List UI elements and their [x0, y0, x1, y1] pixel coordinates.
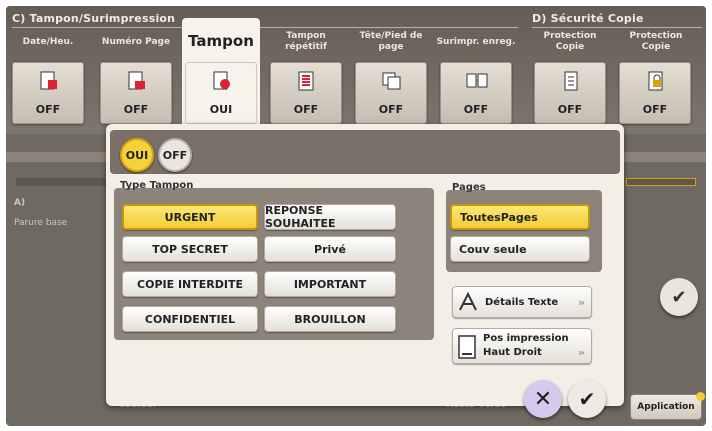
close-icon: ✕ — [533, 386, 553, 412]
check-icon: ✔ — [578, 387, 596, 411]
repeat-stamp-tile[interactable]: OFF — [270, 62, 342, 124]
text-details-button[interactable]: Détails Texte » — [452, 286, 592, 318]
tile-value: OFF — [378, 103, 404, 116]
page-number-tile[interactable]: OFF — [100, 62, 172, 124]
tab-date-time[interactable]: Date/Heu. — [8, 30, 88, 54]
base-setting-label: Parure base — [14, 218, 68, 228]
pages-label: Pages — [452, 182, 486, 193]
repeat-stamp-icon — [298, 71, 314, 91]
stamp-draft-button[interactable]: BROUILLON — [264, 306, 396, 332]
tile-value: OFF — [557, 103, 583, 116]
page-number-icon — [128, 71, 145, 90]
ok-button[interactable]: ✔ — [568, 380, 606, 418]
group-header-stamp: C) Tampon/Surimpression — [12, 12, 176, 25]
date-stamp-icon — [40, 71, 57, 90]
stamp-copy-forbidden-button[interactable]: COPIE INTERDITE — [122, 271, 258, 297]
tile-value: OUI — [209, 103, 233, 116]
application-indicator — [696, 392, 705, 401]
stamp-tile[interactable]: OUI — [185, 62, 257, 124]
toggle-off-button[interactable]: OFF — [158, 138, 192, 172]
tile-value: OFF — [123, 103, 149, 116]
tile-value: OFF — [642, 103, 668, 116]
stamp-top-secret-button[interactable]: TOP SECRET — [122, 236, 258, 262]
stamp-confidential-button[interactable]: CONFIDENTIEL — [122, 306, 258, 332]
page-position-icon — [458, 335, 476, 359]
section-a-label: A) — [14, 198, 26, 208]
overlay-icon — [466, 73, 488, 88]
text-details-label: Détails Texte — [485, 297, 559, 308]
print-position-value: Haut Droit — [483, 347, 542, 358]
toggle-on-button[interactable]: OUI — [120, 138, 154, 172]
cancel-button[interactable]: ✕ — [524, 380, 562, 418]
confirm-main-button[interactable]: ✔ — [660, 278, 698, 316]
overlay-tile[interactable]: OFF — [440, 62, 512, 124]
copy-protect-icon — [564, 71, 578, 91]
print-position-label: Pos impression — [483, 333, 569, 344]
tab-overlay[interactable]: Surimpr. enreg. — [436, 30, 516, 54]
stamp-urgent-button[interactable]: URGENT — [122, 204, 258, 230]
slider-bar — [626, 178, 696, 186]
stamp-private-button[interactable]: Privé — [264, 236, 396, 262]
tile-value: OFF — [35, 103, 61, 116]
font-icon — [459, 291, 477, 311]
copier-screen: C) Tampon/Surimpression D) Sécurité Copi… — [6, 6, 706, 426]
tile-value: OFF — [293, 103, 319, 116]
stamp-icon — [213, 71, 230, 90]
copy-guard-tile[interactable]: OFF — [619, 62, 691, 124]
pages-all-button[interactable]: ToutesPages — [450, 204, 590, 230]
group-header-security: D) Sécurité Copie — [532, 12, 644, 25]
function-bar: C) Tampon/Surimpression D) Sécurité Copi… — [6, 6, 706, 134]
group-divider — [12, 27, 518, 28]
slider-bar — [16, 178, 106, 186]
group-divider — [532, 27, 702, 28]
stamp-important-button[interactable]: IMPORTANT — [264, 271, 396, 297]
application-button[interactable]: Application — [630, 394, 702, 420]
stamp-settings-panel: OUI OFF Type Tampon URGENT REPONSE SOUHA… — [106, 124, 624, 418]
tab-header-footer[interactable]: Tête/Pied de page — [351, 30, 431, 54]
double-chevron-icon: » — [577, 346, 585, 359]
tab-page-number[interactable]: Numéro Page — [96, 30, 176, 54]
stamp-response-button[interactable]: REPONSE SOUHAITEE — [264, 204, 396, 230]
pages-cover-only-button[interactable]: Couv seule — [450, 236, 590, 262]
date-time-tile[interactable]: OFF — [12, 62, 84, 124]
lock-copy-icon — [648, 71, 663, 91]
tab-copy-guard[interactable]: Protection Copie — [616, 30, 696, 54]
header-footer-tile[interactable]: OFF — [355, 62, 427, 124]
stamp-type-label: Type Tampon — [120, 180, 194, 191]
tab-copy-protection[interactable]: Protection Copie — [530, 30, 610, 54]
tab-repeat-stamp[interactable]: Tampon répétitif — [266, 30, 346, 54]
check-icon: ✔ — [671, 286, 687, 308]
header-footer-icon — [382, 72, 401, 90]
tile-value: OFF — [463, 103, 489, 116]
double-chevron-icon: » — [577, 296, 585, 309]
print-position-button[interactable]: Pos impression Haut Droit » — [452, 328, 592, 364]
copy-protection-tile[interactable]: OFF — [534, 62, 606, 124]
